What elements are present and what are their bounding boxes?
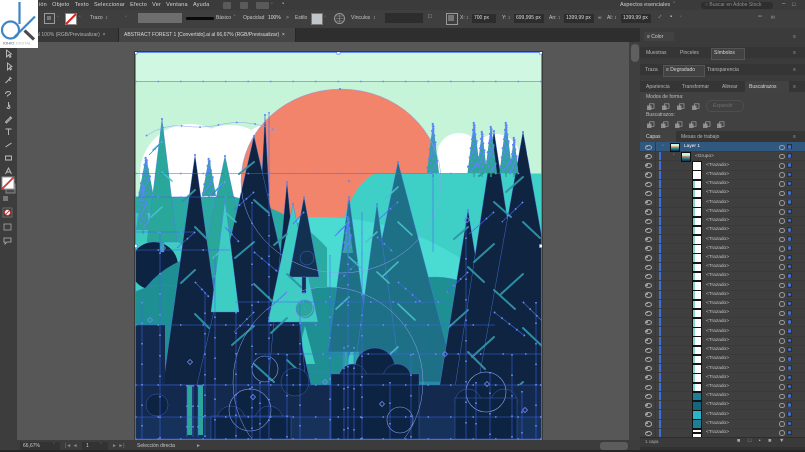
svg-text:IOHIO: IOHIO [3,41,14,46]
svg-text:DIGITAL: DIGITAL [16,41,32,46]
